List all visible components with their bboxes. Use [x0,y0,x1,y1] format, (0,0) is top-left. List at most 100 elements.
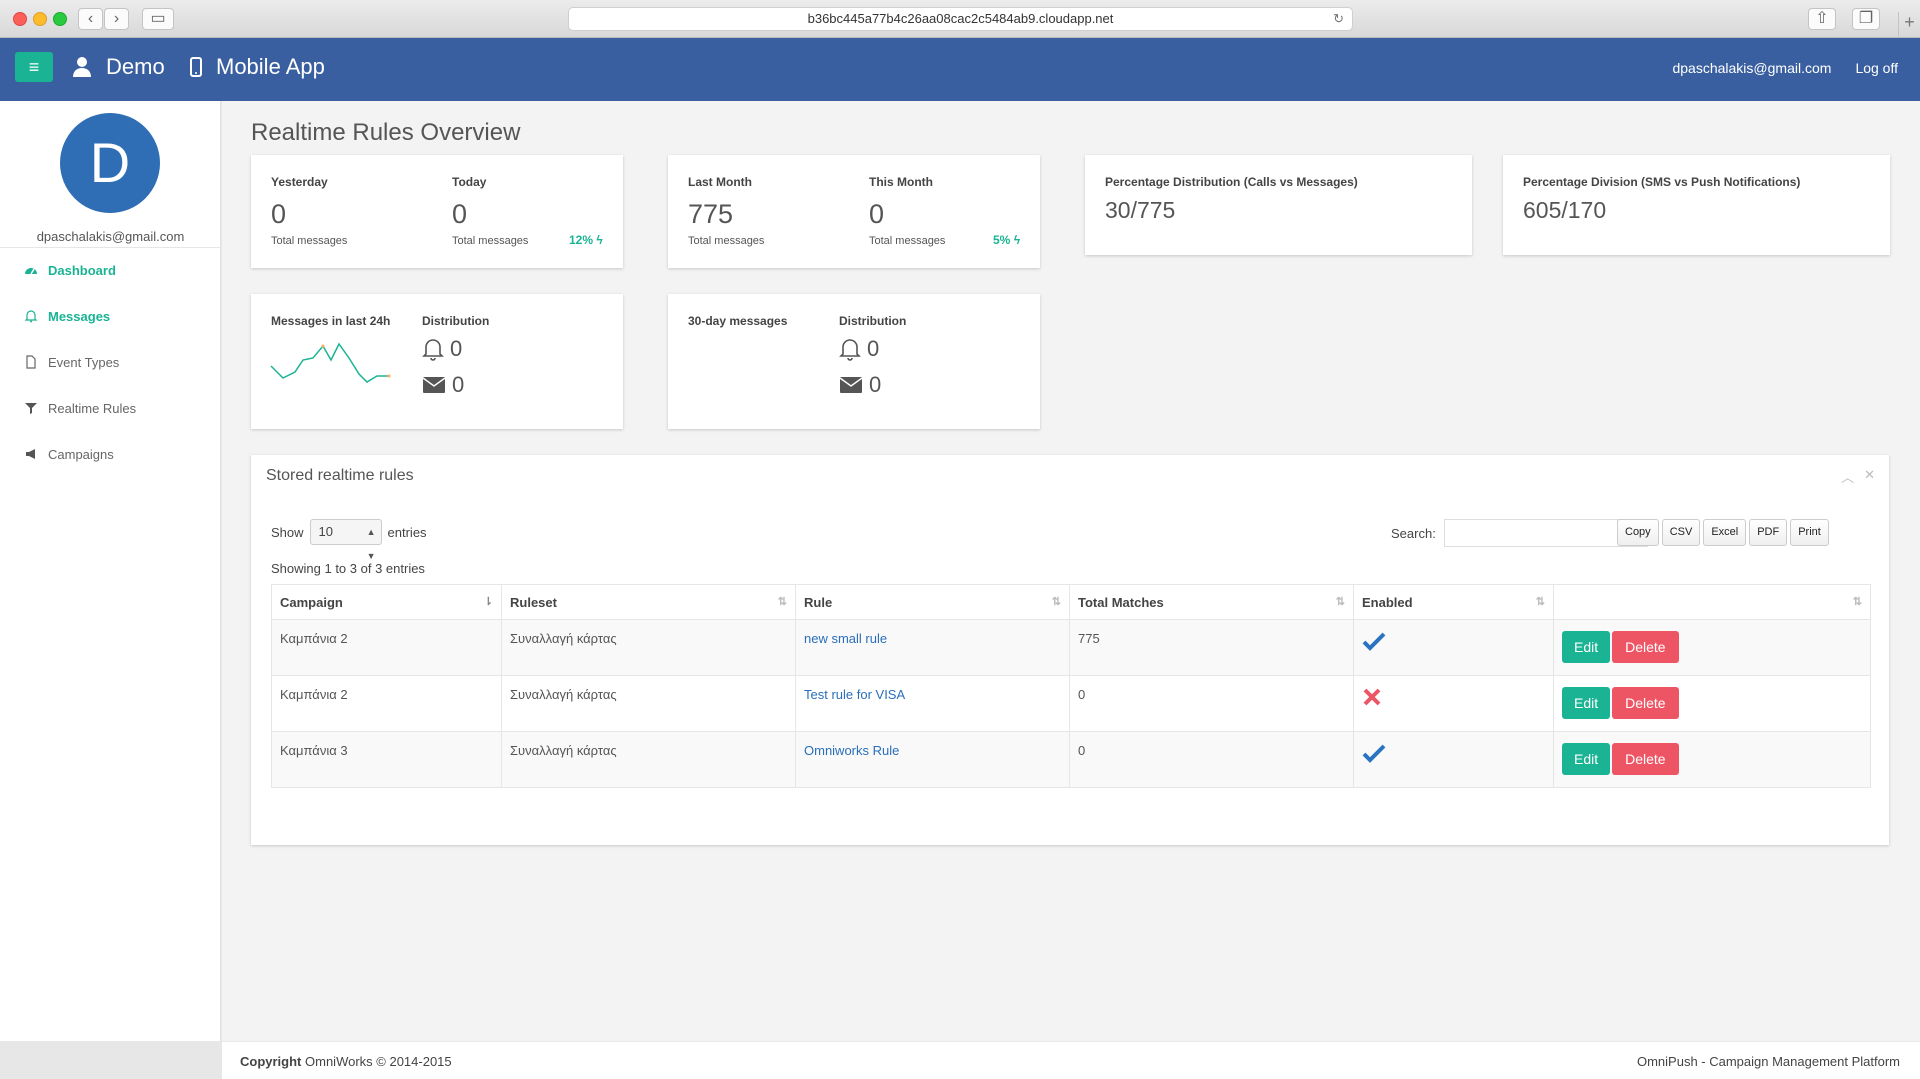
new-tab-button[interactable]: + [1898,12,1920,38]
sparkline-point [321,344,325,348]
filter-icon [25,403,37,414]
yesterday-value: 0 [271,199,287,229]
share-icon[interactable]: ⇧ [1808,8,1836,30]
cell-ruleset: Συναλλαγή κάρτας [501,619,796,676]
window-close-button[interactable] [13,12,27,26]
edit-button[interactable]: Edit [1562,687,1611,719]
page-size-select[interactable]: 10 ▲ ▼ [309,519,382,561]
last24-bell-value: 0 [450,336,463,361]
sparkline-point [387,374,391,378]
excel-button[interactable]: Excel [1703,519,1747,546]
sidebar-item-campaigns[interactable]: Campaigns [0,431,221,477]
this-month-value: 0 [869,199,885,229]
envelope-icon [839,377,863,393]
rule-link[interactable]: Omniworks Rule [795,731,1070,788]
export-buttons: Copy CSV Excel PDF Print [1617,519,1829,546]
sidebar-item-realtime-rules[interactable]: Realtime Rules [0,385,221,431]
address-bar[interactable]: b36bc445a77b4c26aa08cac2c5484ab9.cloudap… [568,7,1353,31]
copy-button[interactable]: Copy [1617,519,1659,546]
card-30-day: 30-day messages Distribution 0 0 [668,294,1040,429]
this-month-sub: Total messages [869,235,946,247]
table-row: Καμπάνια 2 Συναλλαγή κάρτας Test rule fo… [271,675,1871,732]
delete-button[interactable]: Delete [1612,631,1679,663]
today-pct: 12% [569,233,594,247]
back-button[interactable]: ‹ [78,8,103,30]
rule-link[interactable]: Test rule for VISA [795,675,1070,732]
cell-total-matches: 0 [1069,731,1354,788]
cross-icon [1363,688,1381,706]
page-title: Realtime Rules Overview [251,119,521,146]
sidebar-item-label: Realtime Rules [48,400,137,416]
edit-button[interactable]: Edit [1562,743,1611,775]
user-brand[interactable]: Demo [72,54,165,80]
rule-link[interactable]: new small rule [795,619,1070,676]
table-row: Καμπάνια 2 Συναλλαγή κάρτας new small ru… [271,619,1871,676]
logoff-link[interactable]: Log off [1855,60,1898,76]
last-month-sub: Total messages [688,235,765,247]
collapse-icon[interactable]: ︿ [1841,467,1854,486]
sidebar-item-dashboard[interactable]: Dashboard [0,247,221,293]
sparkline-chart [270,342,391,383]
bolt-icon: ϟ [596,233,603,247]
bullhorn-icon [26,449,35,459]
sidebar-toggle-icon[interactable]: ▭ [142,8,174,30]
today-sub: Total messages [452,235,529,247]
cell-ruleset: Συναλλαγή κάρτας [501,675,796,732]
pct-div-label: Percentage Division (SMS vs Push Notific… [1523,175,1801,189]
column-label: Total Matches [1078,594,1164,610]
sidebar-email: dpaschalakis@gmail.com [36,229,185,244]
column-enabled[interactable]: Enabled ⇅ [1353,584,1554,620]
footer-platform: OmniPush - Campaign Management Platform [1636,1054,1900,1069]
window-minimize-button[interactable] [33,12,47,26]
card-daily-messages: Yesterday 0 Total messages Today 0 Total… [251,155,623,268]
avatar[interactable]: D [60,113,160,213]
app-label: Mobile App [216,54,325,79]
column-label: Campaign [280,594,343,610]
search-label: Search: [1391,525,1436,541]
pct-dist-label: Percentage Distribution (Calls vs Messag… [1105,175,1358,189]
card-percentage-distribution: Percentage Distribution (Calls vs Messag… [1085,155,1472,255]
sidebar-item-label: Messages [48,308,111,324]
thirty-mail-row: 0 [839,372,881,398]
pct-dist-value: 30/775 [1105,197,1176,223]
bolt-icon: ϟ [1013,233,1021,247]
column-actions[interactable]: ⇅ [1553,584,1871,620]
sidebar-item-messages[interactable]: Messages [0,293,221,339]
column-total-matches[interactable]: Total Matches ⇅ [1069,584,1354,620]
delete-button[interactable]: Delete [1612,743,1679,775]
today-value: 0 [452,199,468,229]
cell-actions: Edit Delete [1553,675,1871,732]
sidebar-item-label: Dashboard [48,262,116,278]
column-label: Ruleset [510,594,557,610]
csv-button[interactable]: CSV [1661,519,1701,546]
show-label: Show [271,524,304,540]
window-zoom-button[interactable] [53,12,67,26]
bell-icon [839,339,861,361]
sidebar-item-event-types[interactable]: Event Types [0,339,221,385]
cell-total-matches: 0 [1069,675,1354,732]
this-month-label: This Month [869,175,933,189]
last24-distribution-label: Distribution [422,314,490,328]
hamburger-menu-button[interactable]: ≡ [15,52,53,82]
print-button[interactable]: Print [1790,519,1829,546]
sort-icon: ⇅ [1335,596,1345,608]
pdf-button[interactable]: PDF [1749,519,1788,546]
edit-button[interactable]: Edit [1562,631,1611,663]
entries-label: entries [387,524,427,540]
last24-mail-row: 0 [422,372,464,398]
delete-button[interactable]: Delete [1612,687,1679,719]
forward-button[interactable]: › [104,8,129,30]
app-brand[interactable]: Mobile App [190,54,325,80]
user-email-link[interactable]: dpaschalakis@gmail.com [1672,60,1831,76]
top-navbar: ≡ Demo Mobile App dpaschalakis@gmail.com… [0,38,1920,101]
thirty-label: 30-day messages [688,314,788,328]
reload-icon[interactable]: ↻ [1333,8,1344,30]
close-icon[interactable]: ✕ [1864,467,1875,486]
column-ruleset[interactable]: Ruleset ⇅ [501,584,796,620]
column-rule[interactable]: Rule ⇅ [795,584,1070,620]
tabs-icon[interactable]: ❐ [1852,8,1880,30]
column-campaign[interactable]: Campaign ⇂ [271,584,502,620]
footer: Copyright OmniWorks © 2014-2015 OmniPush… [222,1041,1920,1079]
sort-icon: ⇅ [1852,596,1862,608]
user-label: Demo [106,54,165,79]
